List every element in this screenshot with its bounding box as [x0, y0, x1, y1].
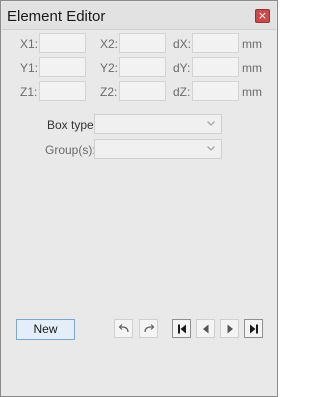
new-button[interactable]: New: [16, 319, 75, 340]
groups-select[interactable]: [94, 139, 222, 159]
box-type-select[interactable]: [94, 114, 222, 134]
y1-label: Y1:: [20, 61, 39, 75]
previous-record-icon: [203, 324, 209, 334]
dz-field[interactable]: [192, 81, 239, 101]
dy-label: dY:: [173, 61, 191, 75]
undo-button[interactable]: [114, 319, 133, 338]
last-record-icon: [250, 324, 258, 334]
z1-field[interactable]: [39, 81, 86, 101]
close-button[interactable]: ×: [255, 9, 270, 23]
redo-button[interactable]: [139, 319, 158, 338]
undo-icon: [118, 324, 129, 333]
next-record-button[interactable]: [220, 319, 239, 338]
y1-field[interactable]: [39, 57, 86, 77]
redo-icon: [144, 324, 155, 333]
z2-field[interactable]: [119, 81, 166, 101]
first-record-button[interactable]: [172, 319, 191, 338]
z2-label: Z2:: [100, 85, 118, 99]
dz-label: dZ:: [173, 85, 191, 99]
first-record-icon: [178, 324, 186, 334]
previous-record-button[interactable]: [196, 319, 215, 338]
element-editor-window: Element Editor × X1: X2: dX: mm Y1: Y2: …: [0, 0, 278, 397]
dx-label: dX:: [173, 37, 192, 51]
dy-unit: mm: [242, 61, 262, 75]
x2-field[interactable]: [119, 33, 166, 53]
dy-field[interactable]: [192, 57, 239, 77]
chevron-down-icon: [205, 118, 217, 130]
z1-label: Z1:: [20, 85, 38, 99]
next-record-icon: [227, 324, 233, 334]
close-icon: ×: [257, 9, 268, 22]
dx-unit: mm: [242, 37, 262, 51]
y2-label: Y2:: [100, 61, 119, 75]
x1-field[interactable]: [39, 33, 86, 53]
dx-field[interactable]: [192, 33, 239, 53]
box-type-label: Box type:: [47, 118, 98, 132]
x2-label: X2:: [100, 37, 119, 51]
window-title: Element Editor: [7, 8, 106, 25]
dz-unit: mm: [242, 85, 262, 99]
y2-field[interactable]: [119, 57, 166, 77]
groups-label: Group(s):: [45, 143, 96, 157]
last-record-button[interactable]: [244, 319, 263, 338]
title-bar[interactable]: Element Editor ×: [2, 2, 276, 30]
chevron-down-icon: [205, 143, 217, 155]
x1-label: X1:: [20, 37, 39, 51]
